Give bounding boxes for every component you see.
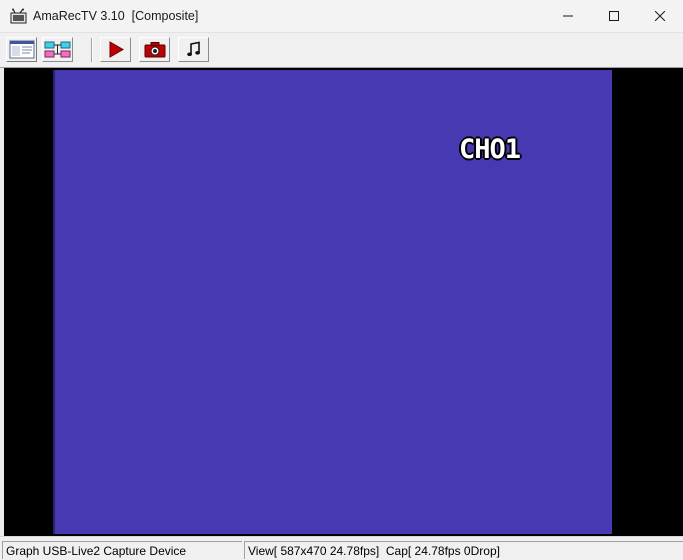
- toolbar: [0, 33, 683, 68]
- view-mode-button[interactable]: [6, 37, 37, 62]
- capture-button[interactable]: [139, 37, 170, 62]
- window-layout-icon: [9, 40, 34, 59]
- video-frame: CHO1: [53, 70, 612, 534]
- video-preview-area[interactable]: CHO1: [0, 68, 683, 536]
- audio-button[interactable]: [178, 37, 209, 62]
- graph-filter-icon: [44, 41, 71, 58]
- status-device: Graph USB-Live2 Capture Device: [2, 541, 242, 559]
- graph-button[interactable]: [42, 37, 73, 62]
- channel-osd-text: CHO1: [459, 134, 521, 165]
- close-icon: [655, 11, 665, 21]
- camera-icon: [144, 42, 165, 58]
- status-stats: View[ 587x470 24.78fps] Cap[ 24.78fps 0D…: [244, 541, 683, 559]
- window-title: AmaRecTV 3.10 [Composite]: [33, 9, 199, 23]
- record-button[interactable]: [100, 37, 131, 62]
- minimize-icon: [563, 15, 573, 17]
- minimize-button[interactable]: [545, 0, 591, 32]
- toolbar-separator: [91, 38, 93, 62]
- window-left-edge: [0, 68, 4, 536]
- app-icon: [10, 8, 27, 24]
- music-note-icon: [186, 41, 200, 57]
- maximize-button[interactable]: [591, 0, 637, 32]
- play-record-icon: [109, 41, 124, 58]
- close-button[interactable]: [637, 0, 683, 32]
- status-bar: Graph USB-Live2 Capture Device View[ 587…: [0, 536, 683, 559]
- title-bar[interactable]: AmaRecTV 3.10 [Composite]: [0, 0, 683, 33]
- maximize-icon: [609, 11, 619, 21]
